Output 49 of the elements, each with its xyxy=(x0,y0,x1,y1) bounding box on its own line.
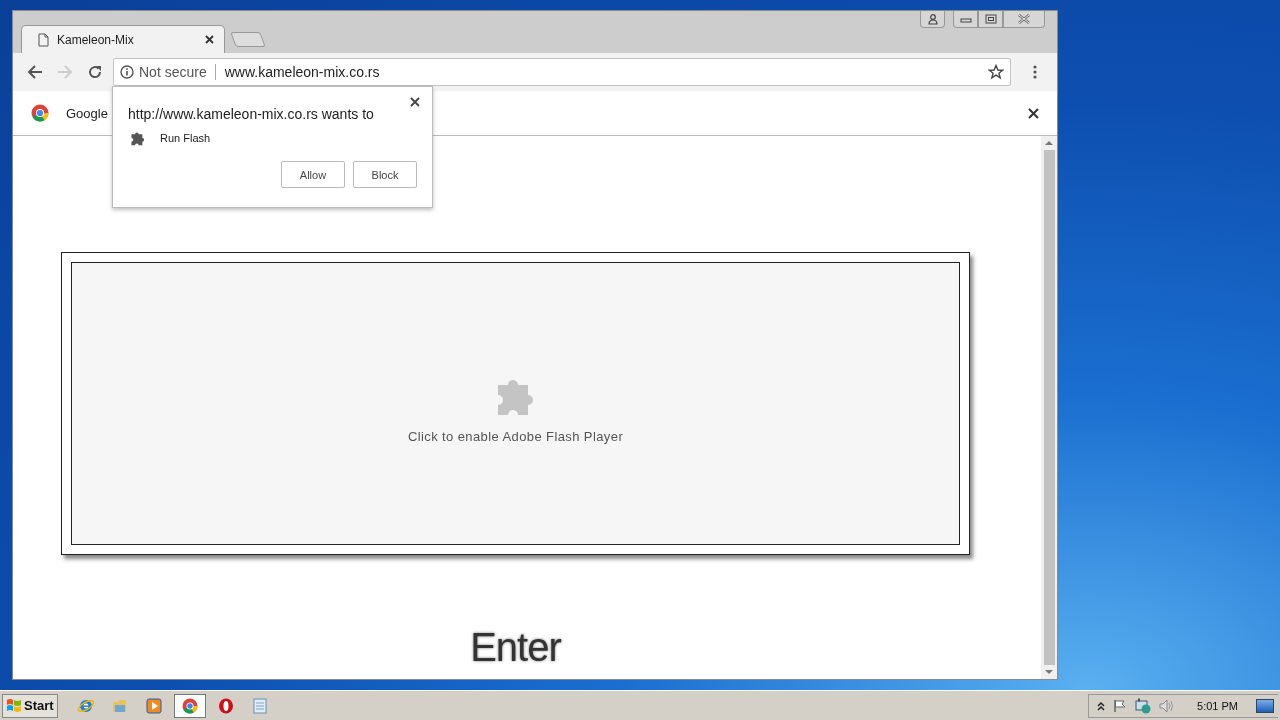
permission-message: http://www.kameleon-mix.co.rs wants to xyxy=(128,105,374,122)
info-icon xyxy=(120,65,134,79)
flash-placeholder[interactable]: Click to enable Adobe Flash Player xyxy=(71,262,960,545)
notepad-icon xyxy=(250,696,269,715)
volume-icon[interactable] xyxy=(1159,698,1176,713)
plugin-message: Click to enable Adobe Flash Player xyxy=(407,429,624,444)
page-icon xyxy=(38,32,49,47)
forward-arrow-icon xyxy=(57,64,73,80)
infobar-text: Google xyxy=(66,105,108,121)
chevron-up-icon[interactable] xyxy=(1097,700,1106,711)
show-desktop-button[interactable] xyxy=(1256,698,1274,713)
menu-icon xyxy=(1033,65,1037,79)
clock[interactable]: 5:01 PM xyxy=(1197,699,1238,712)
tab-title: Kameleon-Mix xyxy=(57,32,135,47)
enter-link[interactable]: Enter xyxy=(470,625,561,669)
plugin-icon xyxy=(130,130,146,146)
close-icon[interactable] xyxy=(205,35,214,44)
restore-button[interactable] xyxy=(978,11,1003,28)
close-icon xyxy=(1028,107,1039,119)
chrome-logo-icon xyxy=(31,104,49,122)
taskbar-app-button[interactable] xyxy=(173,693,206,718)
security-label: Not secure xyxy=(139,64,216,80)
profile-button[interactable] xyxy=(920,11,945,28)
scrollbar[interactable] xyxy=(1041,136,1057,679)
scrollbar-thumb[interactable] xyxy=(1043,150,1055,665)
permission-item: Run Flash xyxy=(160,132,211,144)
back-arrow-icon xyxy=(27,64,43,80)
media-player-icon xyxy=(144,696,163,715)
browser-tab[interactable]: Kameleon-Mix xyxy=(21,25,225,53)
minimize-icon xyxy=(959,15,972,23)
url-text: www.kameleon-mix.co.rs xyxy=(224,64,381,80)
scroll-down-icon[interactable] xyxy=(1045,669,1053,675)
chrome-icon xyxy=(180,696,199,715)
network-icon[interactable] xyxy=(1135,697,1152,714)
bookmark-star-icon[interactable] xyxy=(988,64,1004,80)
close-icon xyxy=(1017,14,1031,24)
popup-button[interactable]: Allow xyxy=(281,161,345,188)
popup-button[interactable]: Block xyxy=(353,161,417,188)
opera-icon xyxy=(216,696,235,715)
person-icon xyxy=(927,13,938,25)
flag-icon[interactable] xyxy=(1113,698,1128,713)
start-button[interactable]: Start xyxy=(2,693,58,718)
windows-logo-icon xyxy=(6,698,22,713)
address-bar[interactable]: Not secure www.kameleon-mix.co.rs xyxy=(113,58,1011,86)
reload-icon xyxy=(87,64,103,80)
scroll-up-icon[interactable] xyxy=(1045,140,1053,146)
close-button[interactable] xyxy=(1028,107,1039,119)
restore-icon xyxy=(984,14,997,24)
close-icon xyxy=(410,97,420,107)
